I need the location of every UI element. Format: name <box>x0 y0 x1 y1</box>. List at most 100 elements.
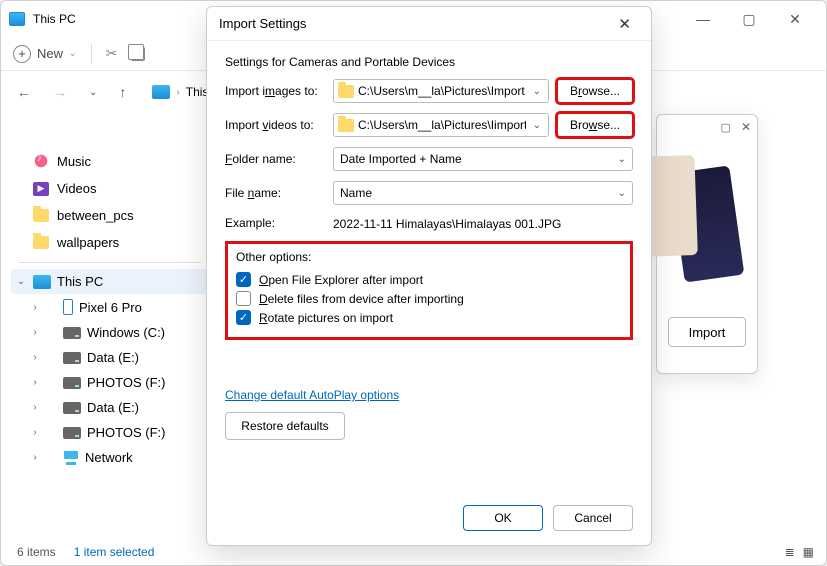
import-videos-path[interactable]: C:\Users\m__la\Pictures\Iimport ⌄ <box>333 113 549 137</box>
rotate-label: Rotate pictures on import <box>259 311 393 325</box>
new-button[interactable]: + New ⌄ <box>13 45 77 63</box>
autoplay-link[interactable]: Change default AutoPlay options <box>225 388 399 402</box>
browse-images-button[interactable]: Browse... <box>557 79 633 103</box>
tree-item-pixel-6-pro[interactable]: › Pixel 6 Pro <box>11 294 209 320</box>
sidebar-item-videos[interactable]: ▶ Videos <box>11 175 209 202</box>
tree-item-label: PHOTOS (F:) <box>87 425 165 440</box>
copy-button[interactable] <box>131 47 145 61</box>
chevron-icon[interactable]: ⌄ <box>15 276 27 287</box>
tree-item-label: Pixel 6 Pro <box>79 300 142 315</box>
open-explorer-checkbox[interactable]: ✓ <box>236 272 251 287</box>
example-label: Example: <box>225 216 325 230</box>
folder-icon <box>338 85 354 98</box>
tree-item-data-e-[interactable]: › Data (E:) <box>11 345 209 370</box>
phone-icon <box>63 299 73 315</box>
folder-icon <box>33 236 49 249</box>
sidebar-item-wallpapers[interactable]: wallpapers <box>11 229 209 256</box>
drive-icon <box>63 427 81 439</box>
example-value: 2022-11-11 Himalayas\Himalayas 001.JPG <box>333 215 561 231</box>
chevron-down-icon[interactable]: ⌄ <box>530 120 544 131</box>
delete-files-label: Delete files from device after importing <box>259 292 464 306</box>
item-count: 6 items <box>17 545 56 559</box>
selection-count: 1 item selected <box>74 545 155 559</box>
popup-maximize-icon[interactable]: ▢ <box>721 121 731 134</box>
tree-item-this-pc[interactable]: ⌄ This PC <box>11 269 209 294</box>
forward-button[interactable]: → <box>49 84 71 100</box>
section-label: Settings for Cameras and Portable Device… <box>225 55 633 69</box>
sidebar-item-label: Videos <box>57 181 97 196</box>
cut-button[interactable]: ✂ <box>106 45 118 62</box>
device-import-popup: ▢ ✕ Import <box>656 114 758 374</box>
ok-button[interactable]: OK <box>463 505 543 531</box>
pc-icon <box>33 275 51 289</box>
dialog-close-button[interactable]: ✕ <box>610 11 639 37</box>
tree-item-windows-c-[interactable]: › Windows (C:) <box>11 320 209 345</box>
chevron-down-icon: ⌄ <box>618 188 626 199</box>
sidebar-item-music[interactable]: Music <box>11 147 209 175</box>
drive-icon <box>63 377 81 389</box>
minimize-button[interactable]: ― <box>680 4 726 34</box>
dialog-title: Import Settings <box>219 16 306 31</box>
chevron-icon[interactable]: › <box>29 377 41 388</box>
device-thumbnail <box>657 139 757 309</box>
chevron-icon[interactable]: › <box>29 427 41 438</box>
import-button[interactable]: Import <box>668 317 746 347</box>
window-title: This PC <box>33 12 76 26</box>
tree-item-photos-f-[interactable]: › PHOTOS (F:) <box>11 370 209 395</box>
file-name-select[interactable]: Name ⌄ <box>333 181 633 205</box>
this-pc-icon <box>152 85 170 99</box>
folder-name-select[interactable]: Date Imported + Name ⌄ <box>333 147 633 171</box>
import-images-path[interactable]: C:\Users\m__la\Pictures\Import ⌄ <box>333 79 549 103</box>
recent-dropdown[interactable]: ⌄ <box>85 87 101 98</box>
chevron-down-icon[interactable]: ⌄ <box>530 86 544 97</box>
drive-icon <box>63 327 81 339</box>
restore-defaults-button[interactable]: Restore defaults <box>225 412 345 440</box>
sidebar-item-between_pcs[interactable]: between_pcs <box>11 202 209 229</box>
import-images-label: Import images to: <box>225 84 325 98</box>
close-button[interactable]: ✕ <box>772 4 818 34</box>
import-videos-label: Import videos to: <box>225 118 325 132</box>
video-icon: ▶ <box>33 182 49 196</box>
tree-item-data-e-[interactable]: › Data (E:) <box>11 395 209 420</box>
tree-item-label: Data (E:) <box>87 350 139 365</box>
cancel-button[interactable]: Cancel <box>553 505 633 531</box>
drive-icon <box>63 402 81 414</box>
folder-icon <box>33 209 49 222</box>
sidebar-item-label: wallpapers <box>57 235 119 250</box>
chevron-icon[interactable]: › <box>29 402 41 413</box>
tree-item-photos-f-[interactable]: › PHOTOS (F:) <box>11 420 209 445</box>
dialog-titlebar: Import Settings ✕ <box>207 7 651 41</box>
sidebar-item-label: between_pcs <box>57 208 134 223</box>
view-toggles[interactable]: ≣▦ <box>785 545 814 559</box>
tree-item-label: Data (E:) <box>87 400 139 415</box>
sidebar: Music ▶ Videos between_pcs wallpapers ⌄ This … <box>11 147 209 470</box>
tree-item-label: Windows (C:) <box>87 325 165 340</box>
other-options-group: Other options: ✓ Open File Explorer afte… <box>225 241 633 340</box>
up-button[interactable]: ↑ <box>115 84 130 100</box>
tree-item-label: Network <box>85 450 133 465</box>
music-icon <box>33 153 49 169</box>
net-icon <box>63 451 79 465</box>
maximize-button[interactable]: ▢ <box>726 4 772 34</box>
tree-item-label: PHOTOS (F:) <box>87 375 165 390</box>
drive-icon <box>63 352 81 364</box>
tree-item-label: This PC <box>57 274 103 289</box>
chevron-down-icon: ⌄ <box>618 154 626 165</box>
chevron-icon[interactable]: › <box>29 302 41 313</box>
rotate-checkbox[interactable]: ✓ <box>236 310 251 325</box>
other-options-label: Other options: <box>236 250 622 264</box>
browse-videos-button[interactable]: Browse... <box>557 113 633 137</box>
delete-files-checkbox[interactable] <box>236 291 251 306</box>
file-name-label: File name: <box>225 186 325 200</box>
tree-item-network[interactable]: › Network <box>11 445 209 470</box>
chevron-icon[interactable]: › <box>29 452 41 463</box>
back-button[interactable]: ← <box>13 84 35 100</box>
chevron-icon[interactable]: › <box>29 352 41 363</box>
sidebar-item-label: Music <box>57 154 91 169</box>
chevron-icon[interactable]: › <box>29 327 41 338</box>
open-explorer-label: Open File Explorer after import <box>259 273 423 287</box>
plus-icon: + <box>13 45 31 63</box>
popup-close-icon[interactable]: ✕ <box>741 120 751 134</box>
folder-name-label: Folder name: <box>225 152 325 166</box>
import-settings-dialog: Import Settings ✕ Settings for Cameras a… <box>206 6 652 546</box>
